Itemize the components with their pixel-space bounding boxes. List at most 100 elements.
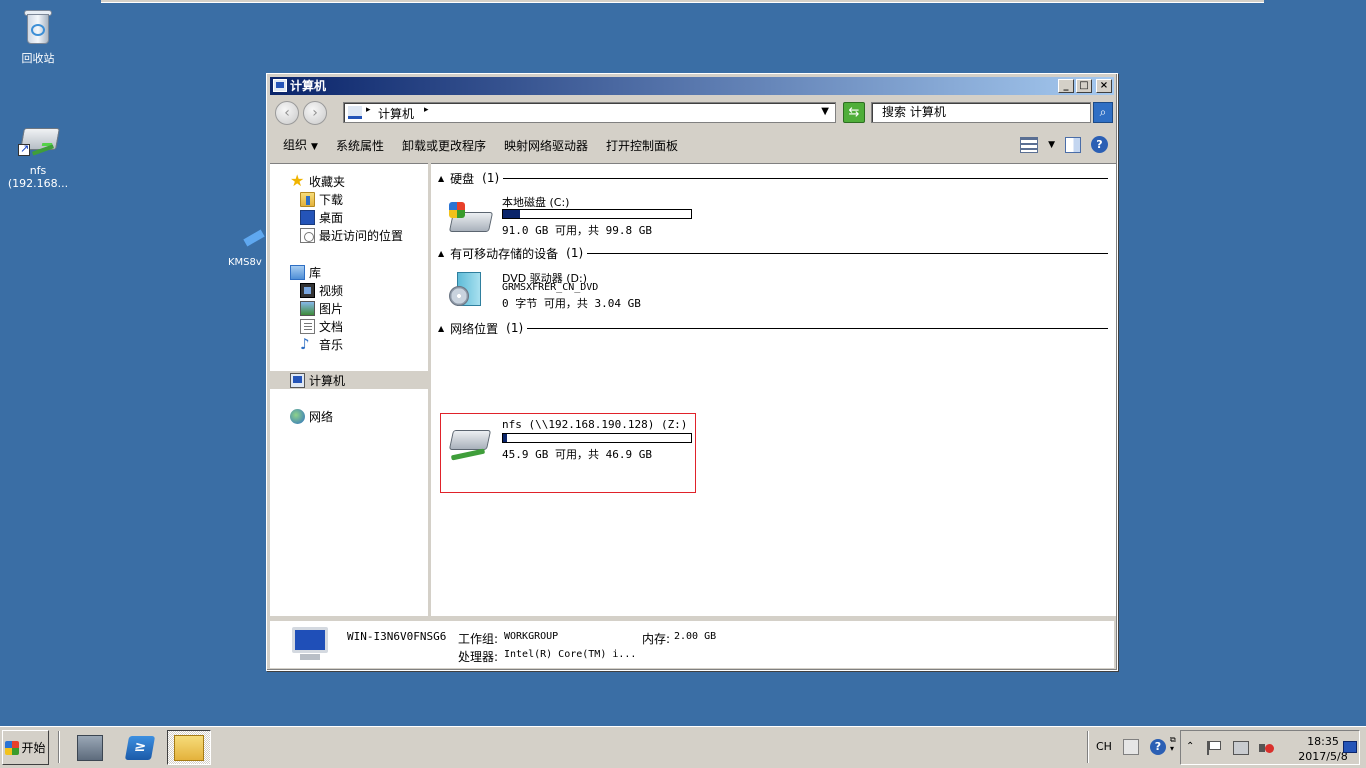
drive-usage-fill [503,434,507,442]
dvd-drive-icon [447,272,493,306]
open-control-panel-button[interactable]: 打开控制面板 [597,132,687,160]
nav-item-downloads[interactable]: 下载 [300,190,343,208]
recent-places-icon [300,227,315,243]
hard-drive-icon [447,202,494,236]
nav-computer[interactable]: 计算机 [290,371,345,389]
refresh-button[interactable]: ⇆ [843,102,865,123]
desktop-icon-recycle-bin[interactable]: 回收站 [0,8,76,65]
drive-name: nfs (\\192.168.190.128) (Z:) [502,418,688,431]
drive-usage-fill [503,210,520,218]
collapse-icon[interactable]: ▲ [438,174,444,183]
chevron-right-icon[interactable]: ▸ [424,105,429,115]
group-header-network[interactable]: ▲ 网络位置 (1) [438,320,1108,336]
collapse-icon[interactable]: ▲ [438,324,444,333]
computer-name: WIN-I3N6V0FNSG6 [347,630,447,643]
drive-item-c[interactable]: 本地磁盘 (C:) 91.0 GB 可用，共 99.8 GB [447,194,697,242]
memory-value: 2.00 GB [674,631,717,642]
search-input[interactable]: 搜索 计算机 [871,102,1091,123]
drive-free-space: 45.9 GB 可用，共 46.9 GB [502,448,652,461]
computer-icon [290,372,305,388]
help-icon[interactable]: ? [1091,136,1108,153]
nav-favorites[interactable]: ★ 收藏夹 [290,172,345,190]
back-button[interactable]: ‹ [275,101,299,125]
nav-item-music[interactable]: ♪ 音乐 [300,335,343,353]
desktop-icon [300,209,315,225]
drive-item-z[interactable]: nfs (\\192.168.190.128) (Z:) 45.9 GB 可用，… [447,418,697,466]
volume-muted-icon[interactable] [1259,741,1275,755]
computer-icon [273,79,287,92]
title-bar[interactable]: 计算机 _ □ × [270,77,1114,95]
action-center-flag-icon[interactable] [1207,741,1221,755]
music-icon: ♪ [300,334,310,353]
drive-usage-bar [502,209,692,219]
nav-network[interactable]: 网络 [290,407,333,425]
chevron-down-icon[interactable]: ▼ [1048,140,1055,150]
desktop-icon-nfs[interactable]: nfs (192.168... [0,120,76,190]
video-icon [300,282,315,298]
group-header-removable[interactable]: ▲ 有可移动存储的设备 (1) [438,245,1108,261]
network-status-icon[interactable] [1233,741,1249,755]
chevron-right-icon[interactable]: ▸ [366,105,371,115]
nav-item-pictures[interactable]: 图片 [300,299,343,317]
uninstall-program-button[interactable]: 卸载或更改程序 [393,132,495,160]
drive-label: GRMSXFRER_CN_DVD [502,282,599,293]
close-button[interactable]: × [1096,79,1112,93]
computer-icon [348,106,362,119]
workgroup-value: WORKGROUP [504,631,559,642]
desktop-icon-kms[interactable]: KMS8v [228,228,268,269]
recycle-bin-icon [18,8,58,48]
help-icon[interactable]: ? [1150,739,1166,755]
content-pane: ▲ 硬盘 (1) 本地磁盘 (C:) 91.0 GB 可用，共 99.8 GB ▲… [431,163,1116,616]
picture-icon [300,300,315,316]
drive-usage-bar [502,433,692,443]
nav-item-documents[interactable]: 文档 [300,317,343,335]
processor-label: 处理器: [458,650,499,664]
computer-icon [288,627,332,663]
preview-pane-icon[interactable] [1065,136,1081,153]
taskbar-powershell[interactable]: ≥ [118,730,162,765]
options-icon[interactable]: ⧉ ▾ [1170,735,1176,753]
network-drive-icon [18,120,60,160]
windows-logo-icon [5,740,20,755]
maximize-button[interactable]: □ [1076,79,1092,93]
group-header-hdd[interactable]: ▲ 硬盘 (1) [438,170,1108,186]
desktop-icon-label: KMS8v [228,257,262,268]
show-desktop-icon[interactable] [1343,741,1357,753]
nav-library[interactable]: 库 [290,263,321,281]
nav-item-recent[interactable]: 最近访问的位置 [300,226,403,244]
nav-item-videos[interactable]: 视频 [300,281,343,299]
forward-button[interactable]: › [303,101,327,125]
search-icon[interactable]: ⌕ [1093,102,1113,123]
top-window-edge [101,0,1264,3]
desktop-icon-label: 回收站 [21,52,55,65]
address-path: 计算机 [378,107,415,121]
organize-button[interactable]: 组织 ▼ [270,131,327,161]
drive-item-d[interactable]: DVD 驱动器 (D:) GRMSXFRER_CN_DVD 0 字节 可用，共 … [447,270,697,318]
shortcut-icon [238,228,268,252]
processor-value: Intel(R) Core(TM) i... [504,649,637,660]
minimize-button[interactable]: _ [1058,79,1074,93]
star-icon: ★ [290,170,305,190]
chevron-up-icon[interactable]: ⌃ [1186,741,1194,752]
view-options-icon[interactable] [1020,136,1039,153]
library-icon [290,264,305,280]
powershell-icon: ≥ [124,735,156,760]
collapse-icon[interactable]: ▲ [438,249,444,258]
command-bar: 组织 ▼ 系统属性 卸载或更改程序 映射网络驱动器 打开控制面板 ▼ ? [270,132,1114,160]
notification-area: ⌃ 18:35 2017/5/8 [1180,730,1360,765]
desktop-icon-label: nfs (192.168... [7,164,69,190]
taskbar-server-manager[interactable] [68,730,112,765]
start-button[interactable]: 开始 [2,730,49,765]
chevron-down-icon[interactable]: ▼ [821,106,829,117]
language-indicator[interactable]: CH [1096,740,1112,753]
document-icon [300,318,315,334]
nav-item-desktop[interactable]: 桌面 [300,208,343,226]
system-properties-button[interactable]: 系统属性 [327,132,393,160]
keyboard-icon[interactable] [1123,739,1139,755]
taskbar-explorer[interactable] [167,730,211,765]
taskbar: 开始 ≥ CH ? ⧉ ▾ ⌃ 18:35 2017/5/8 [0,726,1366,768]
address-row: ‹ › ▸ 计算机 ▸ ▼ ⇆ 搜索 计算机 ⌕ [270,98,1114,128]
map-network-drive-button[interactable]: 映射网络驱动器 [495,132,597,160]
address-bar[interactable]: ▸ 计算机 ▸ ▼ [343,102,836,123]
window-title: 计算机 [290,79,327,93]
